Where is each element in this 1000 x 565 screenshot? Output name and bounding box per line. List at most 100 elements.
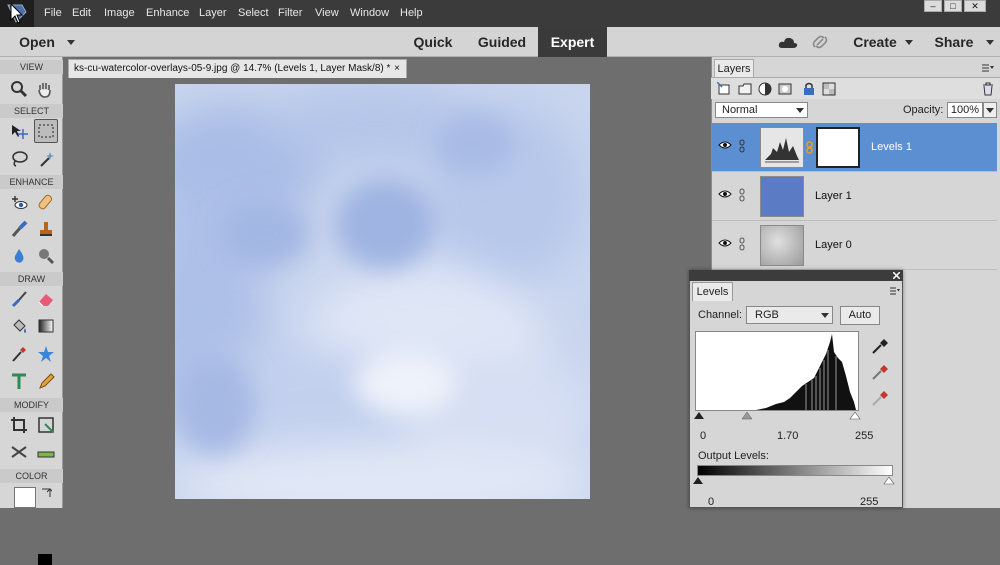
- share-button[interactable]: Share: [934, 27, 974, 57]
- menu-layer[interactable]: Layer: [198, 0, 228, 27]
- layer-row-layer-0[interactable]: Layer 0: [712, 221, 997, 270]
- menu-filter[interactable]: Filter: [277, 0, 303, 27]
- input-white-value[interactable]: 255: [855, 430, 873, 442]
- output-levels-slider[interactable]: [693, 476, 895, 486]
- menu-image[interactable]: Image: [103, 0, 136, 27]
- close-window-icon[interactable]: ✕: [964, 0, 986, 12]
- opacity-input[interactable]: 100%: [947, 102, 983, 118]
- lock-all-icon[interactable]: [802, 82, 816, 96]
- background-color-swatch[interactable]: [38, 554, 52, 565]
- hand-tool-icon[interactable]: [33, 77, 57, 101]
- new-layer-icon[interactable]: [717, 82, 731, 96]
- red-eye-tool-icon[interactable]: [7, 190, 31, 214]
- create-dropdown-icon[interactable]: [905, 40, 913, 45]
- eyedropper-tool-icon[interactable]: [7, 342, 31, 366]
- open-dropdown-icon[interactable]: [67, 40, 75, 45]
- type-tool-icon[interactable]: [7, 369, 31, 393]
- open-button[interactable]: Open: [18, 27, 56, 57]
- panel-menu-icon[interactable]: [890, 287, 900, 295]
- link-chain-icon[interactable]: [739, 139, 745, 153]
- zoom-tool-icon[interactable]: [7, 77, 31, 101]
- visibility-eye-icon[interactable]: [718, 238, 732, 248]
- layer-name[interactable]: Layer 0: [815, 221, 852, 270]
- app-logo-icon[interactable]: [0, 0, 34, 27]
- delete-layer-icon[interactable]: [981, 82, 995, 96]
- close-panel-icon[interactable]: [893, 272, 900, 279]
- menu-select[interactable]: Select: [237, 0, 270, 27]
- menu-file[interactable]: File: [43, 0, 63, 27]
- tab-guided[interactable]: Guided: [474, 27, 530, 57]
- spot-healing-tool-icon[interactable]: [34, 190, 58, 214]
- adjustment-layer-icon[interactable]: [758, 82, 772, 96]
- white-point-eyedropper-icon[interactable]: [870, 389, 890, 407]
- recompose-tool-icon[interactable]: [34, 413, 58, 437]
- tab-layers[interactable]: Layers: [714, 59, 754, 78]
- output-white-value[interactable]: 255: [860, 496, 878, 508]
- levels-adjustment-thumbnail[interactable]: [760, 127, 804, 168]
- tab-expert[interactable]: Expert: [538, 27, 607, 57]
- black-point-eyedropper-icon[interactable]: [870, 337, 890, 355]
- crop-tool-icon[interactable]: [7, 413, 31, 437]
- sponge-tool-icon[interactable]: [34, 244, 58, 268]
- visibility-eye-icon[interactable]: [718, 140, 732, 150]
- link-icon[interactable]: [812, 34, 830, 50]
- menu-enhance[interactable]: Enhance: [145, 0, 190, 27]
- gray-point-eyedropper-icon[interactable]: [870, 363, 890, 381]
- auto-button[interactable]: Auto: [840, 306, 880, 325]
- blur-tool-icon[interactable]: [7, 244, 31, 268]
- menu-help[interactable]: Help: [399, 0, 424, 27]
- mask-link-icon[interactable]: [806, 141, 813, 154]
- link-chain-icon[interactable]: [739, 188, 745, 202]
- tab-quick[interactable]: Quick: [409, 27, 457, 57]
- blend-mode-select[interactable]: Normal: [715, 102, 808, 118]
- visibility-eye-icon[interactable]: [718, 189, 732, 199]
- layer-thumbnail[interactable]: [760, 225, 804, 266]
- menu-view[interactable]: View: [314, 0, 340, 27]
- new-group-icon[interactable]: [738, 82, 752, 96]
- add-mask-icon[interactable]: [778, 82, 792, 96]
- layer-mask-thumbnail[interactable]: [816, 127, 860, 168]
- menu-window[interactable]: Window: [349, 0, 390, 27]
- straighten-tool-icon[interactable]: [34, 440, 58, 464]
- layer-row-layer-1[interactable]: Layer 1: [712, 172, 997, 221]
- pencil-tool-icon[interactable]: [34, 369, 58, 393]
- marquee-tool-icon[interactable]: [34, 119, 58, 143]
- share-dropdown-icon[interactable]: [986, 40, 994, 45]
- maximize-icon[interactable]: □: [944, 0, 962, 12]
- cloud-icon[interactable]: [778, 35, 798, 49]
- shape-tool-icon[interactable]: [34, 342, 58, 366]
- eraser-tool-icon[interactable]: [34, 287, 58, 311]
- gradient-tool-icon[interactable]: [34, 314, 58, 338]
- create-button[interactable]: Create: [852, 27, 898, 57]
- magic-wand-tool-icon[interactable]: [34, 147, 58, 171]
- layer-name[interactable]: Layer 1: [815, 172, 852, 221]
- layer-name[interactable]: Levels 1: [871, 123, 912, 172]
- close-document-icon[interactable]: ×: [394, 60, 400, 78]
- brush-tool-icon[interactable]: [7, 287, 31, 311]
- levels-titlebar[interactable]: [689, 270, 903, 281]
- panel-menu-icon[interactable]: [982, 64, 994, 74]
- input-gamma-value[interactable]: 1.70: [777, 430, 798, 442]
- tab-levels[interactable]: Levels: [692, 282, 733, 301]
- link-chain-icon[interactable]: [739, 237, 745, 251]
- menu-edit[interactable]: Edit: [71, 0, 92, 27]
- lasso-tool-icon[interactable]: [7, 147, 31, 171]
- input-levels-slider[interactable]: [693, 411, 863, 421]
- content-aware-move-tool-icon[interactable]: [7, 440, 31, 464]
- canvas-image[interactable]: [175, 84, 590, 499]
- minimize-icon[interactable]: –: [924, 0, 942, 12]
- lock-transparent-icon[interactable]: [822, 82, 836, 96]
- smart-brush-tool-icon[interactable]: [7, 217, 31, 241]
- foreground-color-swatch[interactable]: [14, 487, 36, 508]
- layer-row-levels-1[interactable]: Levels 1: [712, 123, 997, 172]
- input-black-value[interactable]: 0: [700, 430, 706, 442]
- layer-thumbnail[interactable]: [760, 176, 804, 217]
- output-black-value[interactable]: 0: [708, 496, 714, 508]
- paint-bucket-tool-icon[interactable]: [7, 314, 31, 338]
- channel-select[interactable]: RGB: [746, 306, 833, 324]
- clone-stamp-tool-icon[interactable]: [34, 217, 58, 241]
- document-tab[interactable]: ks-cu-watercolor-overlays-05-9.jpg @ 14.…: [68, 59, 407, 78]
- swap-colors-icon[interactable]: [40, 487, 52, 499]
- move-tool-icon[interactable]: [7, 120, 31, 144]
- opacity-dropdown[interactable]: [983, 102, 997, 118]
